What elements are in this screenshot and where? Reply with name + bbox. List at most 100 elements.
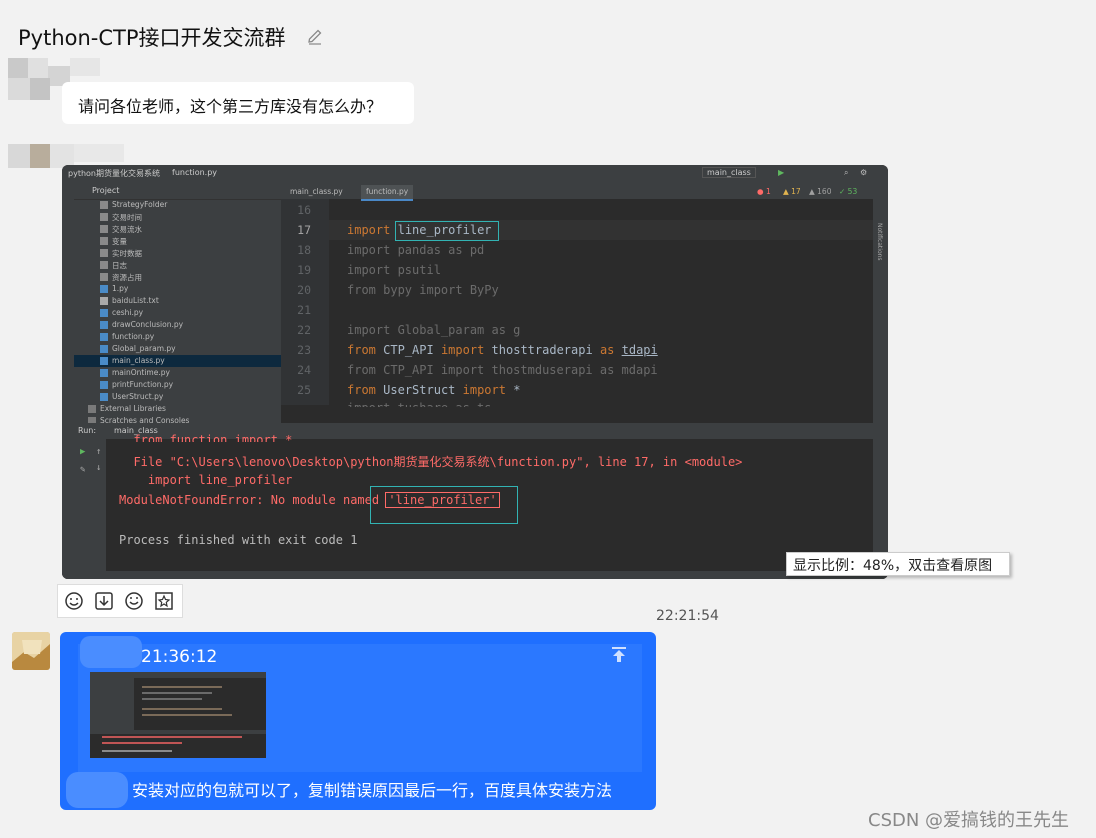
scale-tooltip-text: 显示比例：48%，双击查看原图 [793, 558, 993, 574]
emoji-icon[interactable] [64, 591, 84, 611]
watermark: CSDN @爱搞钱的王先生 [868, 810, 1070, 831]
tree-item: Global_param.py [112, 344, 176, 353]
code-token: import [440, 343, 485, 357]
code-line: import psutil [347, 263, 441, 277]
code-token: from [347, 343, 376, 357]
quoted-time: 21:36:12 [141, 647, 218, 667]
tab-main-class: main_class.py [290, 187, 343, 196]
notifications-label: Notifications [876, 223, 883, 261]
editor-tabs: main_class.py function.py ● 1 ▲ 17 ▲ 160… [281, 183, 873, 201]
code-line: import pandas as pd [347, 243, 485, 257]
weak-warning-count: ▲ 160 [809, 187, 832, 196]
tree-item: 1.py [112, 284, 129, 293]
code-token: CTP_API [383, 343, 434, 357]
tab-function: function.py [361, 185, 414, 201]
code-token: import [462, 383, 506, 397]
line-number: 20 [297, 283, 311, 297]
tree-item: ceshi.py [112, 308, 144, 317]
code-line: import tushare as ts [347, 401, 492, 407]
message-timestamp: 22:21:54 [656, 608, 719, 624]
message-text: 请问各位老师，这个第三方库没有怎么办？ [78, 97, 383, 116]
ide-project-name: python期货量化交易系统 [68, 169, 160, 178]
ide-file-name: function.py [172, 168, 218, 177]
line-gutter: 16 17 18 19 20 21 22 23 24 25 [281, 199, 329, 405]
screenshot-image[interactable]: python期货量化交易系统 function.py main_class ▶ … [62, 165, 888, 579]
tree-item: 变量 [112, 237, 127, 246]
tree-item: 交易时间 [112, 213, 142, 222]
console-text: ModuleNotFoundError: No module named [119, 493, 387, 507]
rerun-icon: ▶ [80, 447, 86, 457]
console-link: C:\Users\lenovo\Desktop\python期货量化交易系统\f… [176, 455, 577, 469]
message-bubble[interactable]: 请问各位老师，这个第三方库没有怎么办？ [62, 82, 414, 124]
avatar [80, 636, 142, 668]
code-token: UserStruct [383, 383, 456, 397]
project-label: Project [92, 186, 120, 195]
run-icon: ▶ [778, 168, 785, 177]
code-token: line_profiler [397, 223, 492, 237]
scale-tooltip: 显示比例：48%，双击查看原图 [786, 552, 1010, 576]
tree-item: External Libraries [100, 404, 166, 413]
code-token: as [599, 343, 615, 357]
wrench-icon: ✎ [80, 465, 86, 475]
bottom-tool-bar [62, 571, 888, 579]
tree-item: StrategyFolder [112, 200, 168, 209]
ide-titlebar: python期货量化交易系统 function.py main_class ▶ … [62, 165, 888, 184]
warning-count: ▲ 17 [783, 187, 801, 196]
code-line: import Global_param as g [347, 323, 521, 337]
tree-item: 实时数据 [112, 249, 142, 258]
run-toolbar: ▶ ↑ ↓ ✎ [74, 439, 106, 579]
run-label: Run: [78, 426, 97, 435]
typo-count: ✓ 53 [839, 187, 858, 196]
console-text: File " [119, 455, 177, 469]
code-token: thosttraderapi [491, 343, 593, 357]
run-config-select: main_class [702, 167, 756, 178]
tree-item: drawConclusion.py [112, 320, 184, 329]
sticker-icon[interactable] [124, 591, 144, 611]
code-token: tdapi [621, 343, 658, 357]
edit-icon[interactable] [306, 28, 324, 46]
tree-item: main_class.py [112, 356, 165, 365]
tree-item: mainOntime.py [112, 368, 170, 377]
line-number: 19 [297, 263, 311, 277]
tree-item: 日志 [112, 261, 127, 270]
search-icon: ⌕ [844, 168, 849, 177]
tree-item: printFunction.py [112, 380, 174, 389]
gear-icon: ⚙ [860, 168, 868, 177]
line-number: 25 [297, 383, 311, 397]
group-title: Python-CTP接口开发交流群 [18, 26, 286, 50]
line-number: 16 [297, 203, 311, 217]
message-action-bar [57, 584, 183, 618]
code-token: * [513, 383, 521, 397]
tree-item: 资源占用 [112, 273, 142, 282]
pin-top-icon[interactable] [610, 646, 628, 664]
line-number: 21 [297, 303, 311, 317]
arrow-up-icon: ↑ [96, 447, 102, 457]
console-line: import line_profiler [119, 473, 293, 487]
quoted-image-thumbnail[interactable] [90, 672, 266, 758]
tree-item: function.py [112, 332, 155, 341]
project-panel: Project StrategyFolder 交易时间 交易流水 变量 实时数据… [74, 183, 281, 425]
line-number: 18 [297, 243, 311, 257]
console-line: Process finished with exit code 1 [119, 533, 358, 547]
avatar [66, 772, 128, 808]
highlight-box [370, 486, 518, 524]
console-text: ", line 17, in <module> [576, 455, 743, 469]
console-line: from function import * [119, 433, 293, 442]
code-token: from [347, 383, 376, 397]
line-number: 22 [297, 323, 311, 337]
message-text: 安装对应的包就可以了，复制错误原因最后一行，百度具体安装方法 [132, 781, 613, 800]
arrow-down-icon: ↓ [96, 463, 102, 473]
code-line: from bypy import ByPy [347, 283, 499, 297]
favorite-icon[interactable] [154, 591, 174, 611]
line-number: 17 [297, 223, 311, 237]
error-count: ● 1 [757, 187, 771, 196]
line-number: 23 [297, 343, 311, 357]
avatar[interactable] [12, 632, 50, 670]
save-icon[interactable] [94, 591, 114, 611]
tree-item: UserStruct.py [112, 392, 164, 401]
code-token: import [347, 223, 391, 237]
tree-item: 交易流水 [112, 225, 142, 234]
right-tool-strip: Notifications [873, 183, 888, 579]
code-line: from CTP_API import thostmduserapi as md… [347, 363, 658, 377]
tree-item: baiduList.txt [112, 296, 159, 305]
